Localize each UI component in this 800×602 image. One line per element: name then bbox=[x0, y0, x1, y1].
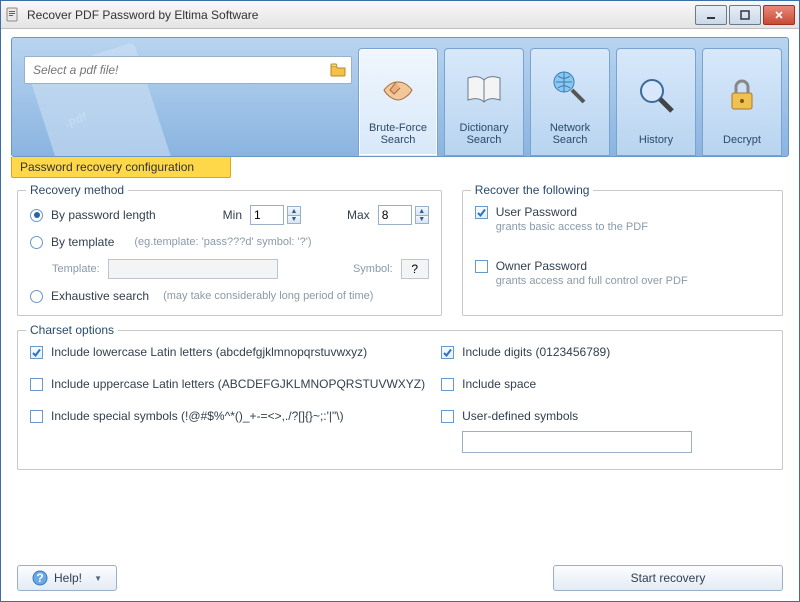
check-lowercase[interactable] bbox=[30, 346, 43, 359]
tabstrip: Brute-Force Search Dictionary Search Net… bbox=[352, 38, 788, 156]
user-password-label: User Password bbox=[496, 205, 577, 219]
radio-by-template-label: By template bbox=[51, 235, 114, 249]
window-title: Recover PDF Password by Eltima Software bbox=[27, 8, 693, 22]
radio-by-length-label: By password length bbox=[51, 208, 156, 222]
template-input[interactable] bbox=[108, 259, 278, 279]
tab-network[interactable]: Network Search bbox=[530, 48, 610, 156]
min-up[interactable]: ▲ bbox=[287, 206, 301, 215]
min-spinner: ▲▼ bbox=[250, 205, 301, 225]
max-down[interactable]: ▼ bbox=[415, 215, 429, 224]
config-heading: Password recovery configuration bbox=[11, 157, 231, 178]
app-window: Recover PDF Password by Eltima Software … bbox=[0, 0, 800, 602]
check-space[interactable] bbox=[441, 378, 454, 391]
max-up[interactable]: ▲ bbox=[415, 206, 429, 215]
charset-group: Charset options Include lowercase Latin … bbox=[17, 330, 783, 470]
symbol-input[interactable] bbox=[401, 259, 429, 279]
titlebar: Recover PDF Password by Eltima Software bbox=[1, 1, 799, 29]
special-label: Include special symbols (!@#$%^*()_+-=<>… bbox=[51, 409, 344, 423]
tab-dictionary[interactable]: Dictionary Search bbox=[444, 48, 524, 156]
min-input[interactable] bbox=[250, 205, 284, 225]
check-user-password[interactable] bbox=[475, 206, 488, 219]
tab-label: Decrypt bbox=[723, 134, 761, 147]
maximize-button[interactable] bbox=[729, 5, 761, 25]
radio-by-template[interactable] bbox=[30, 236, 43, 249]
file-input-box bbox=[24, 56, 352, 84]
uppercase-label: Include uppercase Latin letters (ABCDEFG… bbox=[51, 377, 425, 391]
config-body: Recovery method By password length Min ▲… bbox=[11, 178, 789, 555]
help-icon: ? bbox=[32, 570, 48, 586]
user-defined-input[interactable] bbox=[462, 431, 692, 453]
recovery-method-group: Recovery method By password length Min ▲… bbox=[17, 190, 442, 316]
app-icon bbox=[5, 7, 21, 23]
tab-history[interactable]: History bbox=[616, 48, 696, 156]
minimize-button[interactable] bbox=[695, 5, 727, 25]
check-owner-password[interactable] bbox=[475, 260, 488, 273]
tab-label: Network Search bbox=[533, 122, 607, 147]
browse-icon[interactable] bbox=[329, 61, 347, 79]
min-down[interactable]: ▼ bbox=[287, 215, 301, 224]
max-label: Max bbox=[347, 208, 370, 222]
help-label: Help! bbox=[54, 571, 82, 585]
user-password-hint: grants basic access to the PDF bbox=[496, 221, 770, 233]
max-spinner: ▲▼ bbox=[378, 205, 429, 225]
check-special[interactable] bbox=[30, 410, 43, 423]
recover-following-group: Recover the following User Password gran… bbox=[462, 190, 783, 316]
start-label: Start recovery bbox=[631, 571, 706, 585]
group-legend: Charset options bbox=[26, 323, 118, 337]
check-uppercase[interactable] bbox=[30, 378, 43, 391]
tab-label: Brute-Force Search bbox=[361, 122, 435, 147]
tab-brute-force[interactable]: Brute-Force Search bbox=[358, 48, 438, 156]
group-legend: Recover the following bbox=[471, 183, 594, 197]
template-hint: (eg.template: 'pass???d' symbol: '?') bbox=[134, 236, 311, 248]
owner-password-label: Owner Password bbox=[496, 259, 587, 273]
window-controls bbox=[693, 5, 795, 25]
digits-label: Include digits (0123456789) bbox=[462, 345, 610, 359]
footer: ? Help! ▼ Start recovery bbox=[11, 555, 789, 591]
radio-exhaustive[interactable] bbox=[30, 290, 43, 303]
tab-label: Dictionary Search bbox=[447, 122, 521, 147]
handshake-icon bbox=[374, 55, 422, 122]
user-defined-label: User-defined symbols bbox=[462, 409, 578, 423]
magnifier-icon bbox=[632, 55, 680, 134]
check-digits[interactable] bbox=[441, 346, 454, 359]
group-legend: Recovery method bbox=[26, 183, 128, 197]
network-search-icon bbox=[546, 55, 594, 122]
tab-decrypt[interactable]: Decrypt bbox=[702, 48, 782, 156]
file-input[interactable] bbox=[33, 63, 329, 77]
radio-by-length[interactable] bbox=[30, 209, 43, 222]
close-button[interactable] bbox=[763, 5, 795, 25]
space-label: Include space bbox=[462, 377, 536, 391]
help-button[interactable]: ? Help! ▼ bbox=[17, 565, 117, 591]
min-label: Min bbox=[223, 208, 242, 222]
book-icon bbox=[460, 55, 508, 122]
check-user-defined[interactable] bbox=[441, 410, 454, 423]
top-panel: .pdf Brute-Force Search Dictionary Searc… bbox=[11, 37, 789, 157]
dropdown-icon: ▼ bbox=[94, 574, 102, 583]
padlock-icon bbox=[718, 55, 766, 134]
client-area: .pdf Brute-Force Search Dictionary Searc… bbox=[1, 29, 799, 601]
max-input[interactable] bbox=[378, 205, 412, 225]
tab-label: History bbox=[639, 134, 673, 147]
template-field-label: Template: bbox=[52, 263, 100, 275]
start-recovery-button[interactable]: Start recovery bbox=[553, 565, 783, 591]
svg-text:?: ? bbox=[36, 571, 43, 585]
owner-password-hint: grants access and full control over PDF bbox=[496, 275, 770, 287]
lowercase-label: Include lowercase Latin letters (abcdefg… bbox=[51, 345, 367, 359]
symbol-field-label: Symbol: bbox=[353, 263, 393, 275]
radio-exhaustive-label: Exhaustive search bbox=[51, 289, 149, 303]
exhaustive-hint: (may take considerably long period of ti… bbox=[163, 290, 373, 302]
top-groups: Recovery method By password length Min ▲… bbox=[17, 190, 783, 316]
